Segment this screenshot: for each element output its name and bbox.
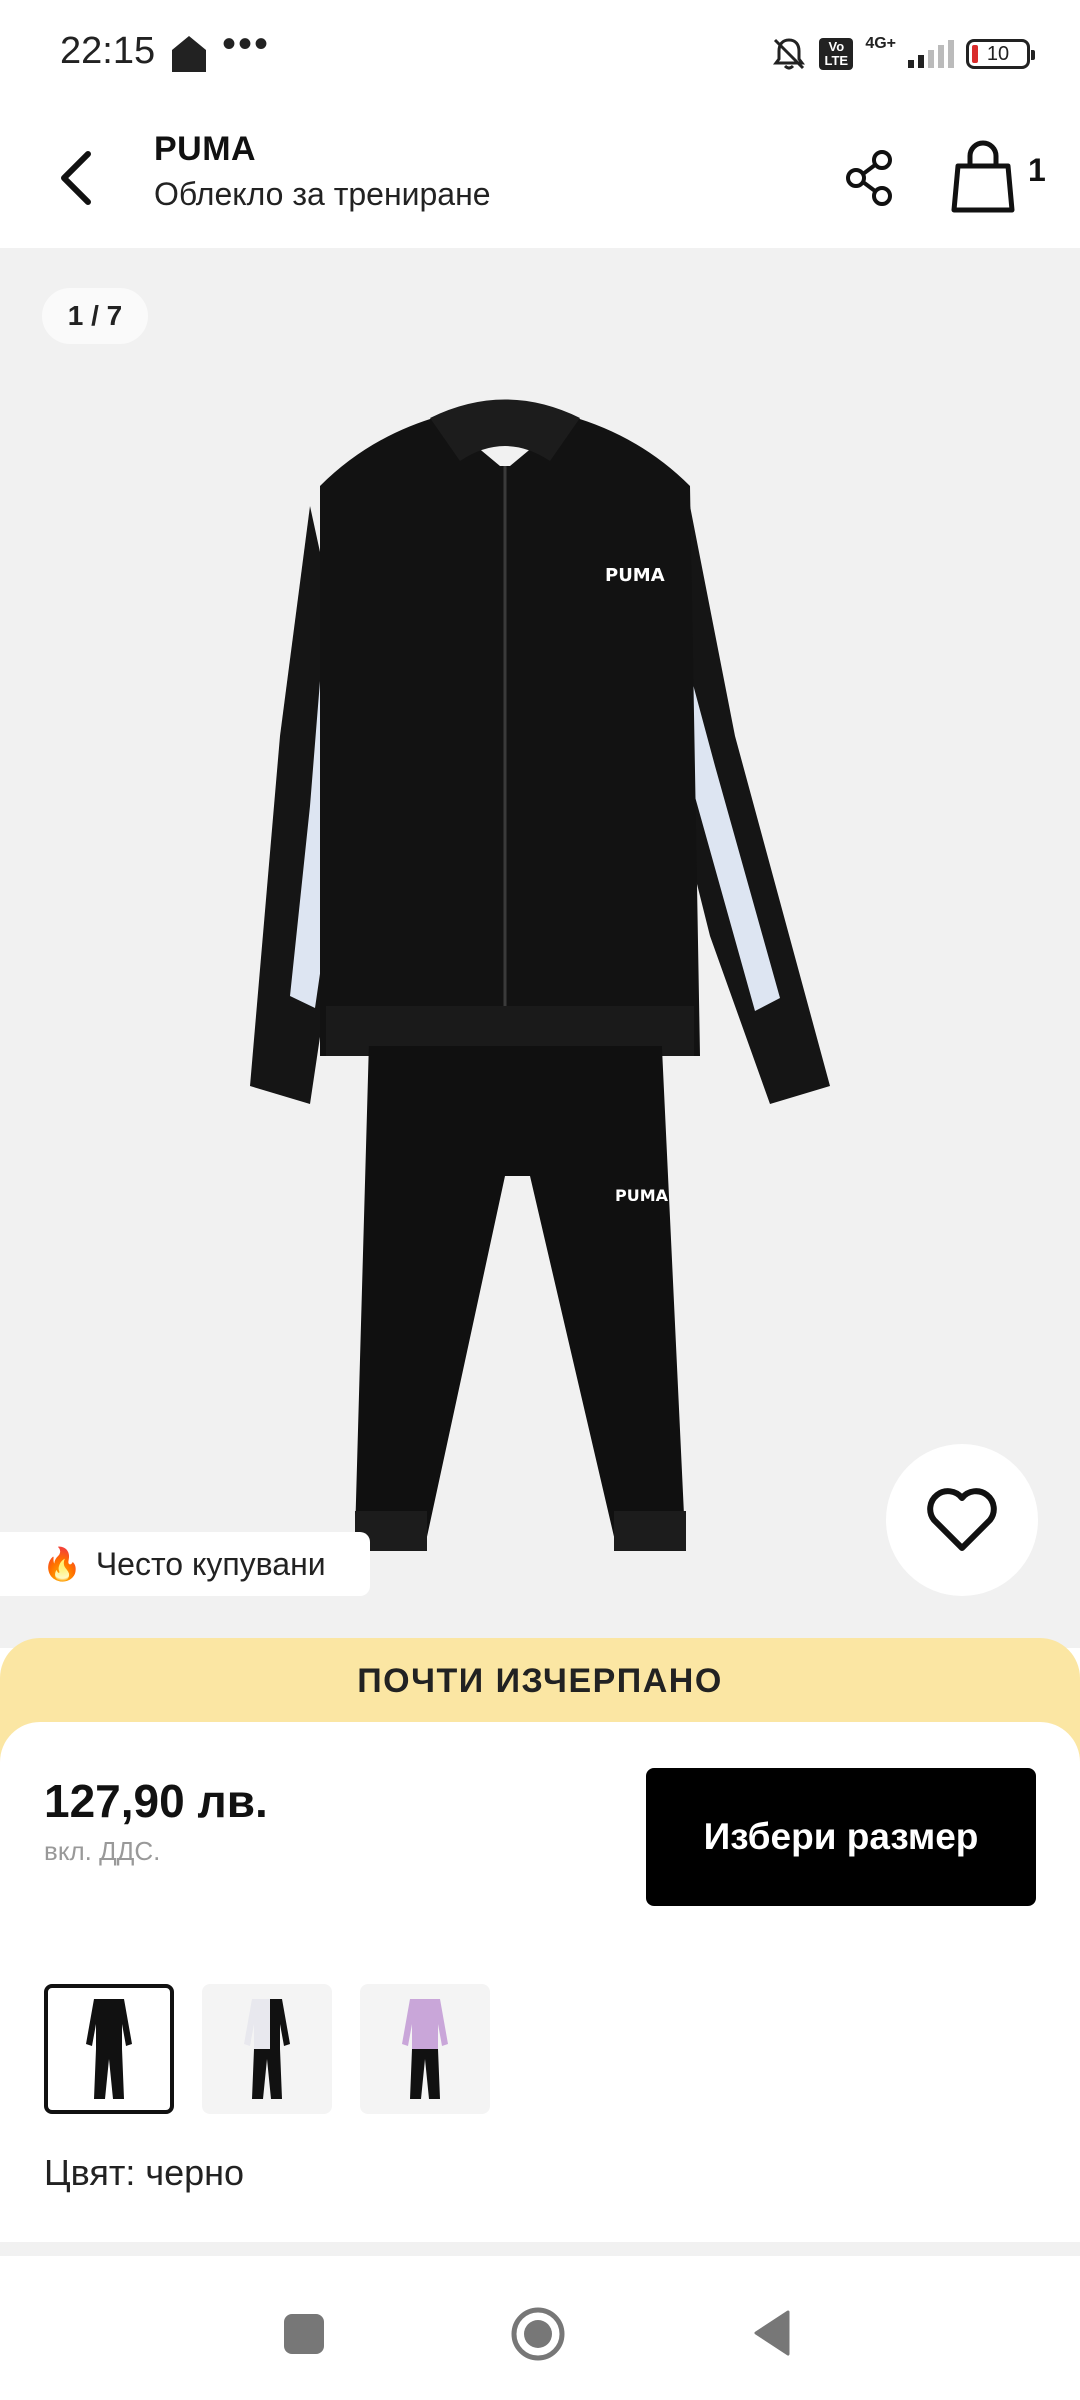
brand-name: PUMA xyxy=(154,130,257,168)
divider xyxy=(0,2242,1080,2256)
recent-apps-button[interactable] xyxy=(284,2314,324,2354)
black-lilac-tracksuit-thumbnail xyxy=(402,1999,448,2099)
home-notification-icon xyxy=(172,36,206,72)
system-nav-bar xyxy=(0,2256,1080,2400)
black-white-tracksuit-thumbnail xyxy=(244,1999,290,2099)
volte-icon: Vo LTE xyxy=(819,38,854,70)
product-gallery[interactable]: 1 / 7 PUMA PUMA 🔥 Често купувани xyxy=(0,248,1080,1648)
share-icon xyxy=(846,150,892,206)
product-category: Облекло за трениране xyxy=(154,176,491,212)
fire-icon: 🔥 xyxy=(42,1546,82,1582)
low-stock-text: ПОЧТИ ИЗЧЕРПАНО xyxy=(357,1662,723,1700)
heart-icon xyxy=(927,1488,997,1551)
frequently-bought-badge: 🔥 Често купувани xyxy=(0,1532,370,1596)
signal-icon xyxy=(908,40,954,68)
shopping-bag-icon xyxy=(951,140,1015,213)
status-icons: Vo LTE 4G+ 10 xyxy=(771,30,1035,78)
network-type: 4G+ xyxy=(865,35,896,52)
status-time: 22:15 xyxy=(60,30,156,72)
color-label: Цвят: черно xyxy=(44,2152,245,2193)
back-nav-button[interactable] xyxy=(752,2308,792,2358)
status-bar: 22:15 ••• Vo LTE 4G+ 10 xyxy=(0,0,1080,108)
mute-icon xyxy=(773,38,806,70)
swatch-black[interactable] xyxy=(44,1984,174,2114)
battery-level: 10 xyxy=(986,43,1010,65)
svg-text:PUMA: PUMA xyxy=(605,565,665,586)
image-counter: 1 / 7 xyxy=(42,288,148,344)
cart-count: 1 xyxy=(1028,152,1046,188)
vat-note: вкл. ДДС. xyxy=(44,1836,161,1866)
product-image: PUMA PUMA xyxy=(250,399,830,1551)
battery-icon: 10 xyxy=(966,39,1035,69)
purchase-panel: 127,90 лв. вкл. ДДС. Избери размер Цвят:… xyxy=(0,1722,1080,2242)
back-button[interactable] xyxy=(50,138,110,218)
share-button[interactable] xyxy=(840,138,900,218)
product-price: 127,90 лв. xyxy=(44,1775,268,1827)
svg-text:PUMA: PUMA xyxy=(615,1186,669,1205)
cart-button[interactable] xyxy=(948,136,1018,220)
swatch-black-lilac[interactable] xyxy=(360,1984,490,2114)
app-header: PUMA Облекло за трениране 1 xyxy=(0,108,1080,248)
home-button[interactable] xyxy=(510,2306,566,2362)
back-arrow-icon xyxy=(61,151,91,205)
favorite-button[interactable] xyxy=(886,1444,1038,1596)
swatch-black-white[interactable] xyxy=(202,1984,332,2114)
more-notifications-icon: ••• xyxy=(222,22,271,66)
color-swatches xyxy=(44,1984,490,2114)
black-tracksuit-thumbnail xyxy=(86,1999,132,2099)
select-size-button[interactable]: Избери размер xyxy=(646,1768,1036,1906)
badge-label: Често купувани xyxy=(95,1546,326,1582)
